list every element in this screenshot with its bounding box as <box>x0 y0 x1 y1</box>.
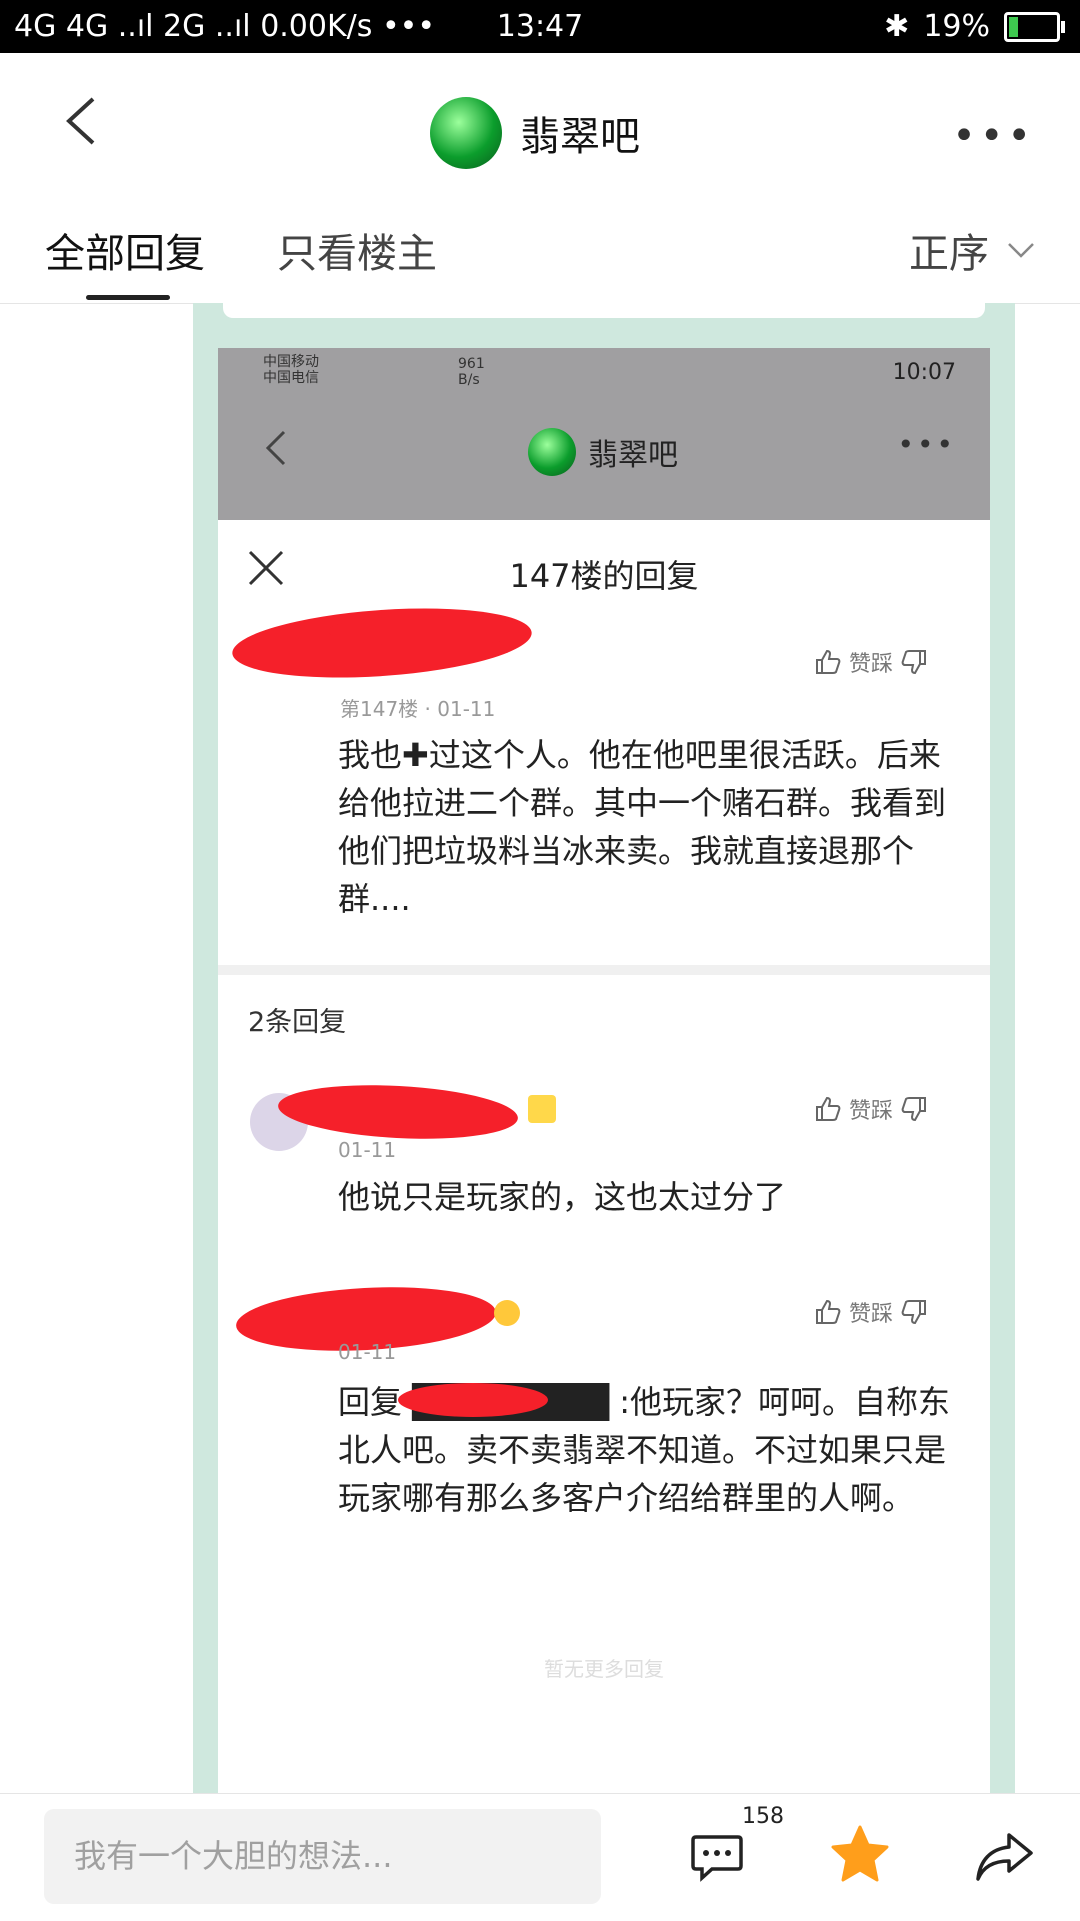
dialog-title: 147楼的回复 <box>509 557 699 595</box>
back-arrow-icon[interactable] <box>55 91 115 151</box>
thumbs-up-icon <box>816 649 841 674</box>
reply-count: 2条回复 <box>248 1007 347 1038</box>
redacted-username <box>276 1079 520 1145</box>
post-text: 我也✚过这个人。他在他吧里很活跃。后来给他拉进二个群。其中一个赌石群。我看到他们… <box>338 736 947 918</box>
status-right: ✱ 19% <box>884 9 1065 44</box>
screenshot-title: 翡翠吧 <box>528 428 678 476</box>
redacted-username-stroke <box>328 616 528 646</box>
active-tab-indicator <box>86 295 170 300</box>
screenshot-more-icon: ••• <box>897 428 956 461</box>
tab-all-replies[interactable]: 全部回复 <box>45 221 205 279</box>
battery-percent: 19% <box>923 9 990 44</box>
thumbs-up-icon <box>816 1096 841 1121</box>
comment-icon[interactable] <box>690 1829 744 1883</box>
section-divider <box>218 965 990 975</box>
redacted-mention <box>398 1383 548 1417</box>
thumbs-down-icon <box>901 1300 927 1325</box>
like-dislike: 赞踩 <box>813 646 929 678</box>
level-badge <box>494 1300 520 1326</box>
reply-meta: 01-11 <box>338 1340 397 1364</box>
thumbs-up-icon <box>816 1299 841 1324</box>
thumbs-down-icon <box>901 1097 927 1122</box>
thumbs-down-icon <box>901 650 927 675</box>
forum-logo-icon <box>430 97 502 169</box>
tab-only-op[interactable]: 只看楼主 <box>277 221 437 279</box>
top-navigation-bar: 翡翠吧 ••• <box>0 53 1080 203</box>
forum-title[interactable]: 翡翠吧 <box>430 97 640 169</box>
battery-icon <box>1004 11 1065 42</box>
status-bar: 4G 4G ..ıl 2G ..ıl 0.00K/s ••• 13:47 ✱ 1… <box>0 0 1080 53</box>
reply-text: 他说只是玩家的，这也太过分了 <box>338 1178 787 1216</box>
reply-filter-tabs: 全部回复 只看楼主 正序 <box>0 203 1080 304</box>
share-icon[interactable] <box>975 1829 1035 1884</box>
like-dislike: 赞踩 <box>813 1093 929 1125</box>
post-image-frame: 中国移动 中国电信 961 B/s 10:07 翡翠吧 ••• 147楼的回复 … <box>193 293 1015 1793</box>
screenshot-header: 中国移动 中国电信 961 B/s 10:07 翡翠吧 ••• <box>218 348 990 520</box>
previous-card-edge <box>223 293 985 318</box>
forum-name: 翡翠吧 <box>520 114 640 160</box>
sort-label: 正序 <box>909 231 989 277</box>
chevron-down-icon <box>1008 243 1034 258</box>
embedded-screenshot[interactable]: 中国移动 中国电信 961 B/s 10:07 翡翠吧 ••• 147楼的回复 … <box>218 348 990 1793</box>
screenshot-time: 10:07 <box>892 360 956 385</box>
level-badge <box>528 1095 556 1123</box>
like-dislike: 赞踩 <box>813 1296 929 1328</box>
bottom-action-bar: 我有一个大胆的想法... 158 <box>0 1793 1080 1921</box>
screenshot-forum-logo-icon <box>528 428 576 476</box>
post-meta: 第147楼 · 01-11 <box>340 697 496 721</box>
sort-order-dropdown[interactable]: 正序 <box>909 221 1035 279</box>
no-more-replies: 暂无更多回复 <box>544 1657 664 1681</box>
like-dislike-label: 赞踩 <box>849 1302 894 1327</box>
favorite-star-icon[interactable] <box>830 1824 890 1884</box>
screenshot-back-icon <box>265 430 286 466</box>
comment-count: 158 <box>742 1804 784 1829</box>
screenshot-status-left: 中国移动 中国电信 <box>263 354 319 386</box>
bluetooth-icon: ✱ <box>884 9 910 44</box>
like-dislike-label: 赞踩 <box>849 652 894 677</box>
reply-meta: 01-11 <box>338 1138 397 1162</box>
screenshot-forum-name: 翡翠吧 <box>588 438 678 473</box>
reply-input[interactable]: 我有一个大胆的想法... <box>44 1809 601 1904</box>
carrier-2: 中国电信 <box>263 370 319 386</box>
like-dislike-label: 赞踩 <box>849 1099 894 1124</box>
more-options-icon[interactable]: ••• <box>952 113 1035 159</box>
carrier-1: 中国移动 <box>263 354 319 370</box>
screenshot-speed: 961 B/s <box>458 356 485 388</box>
